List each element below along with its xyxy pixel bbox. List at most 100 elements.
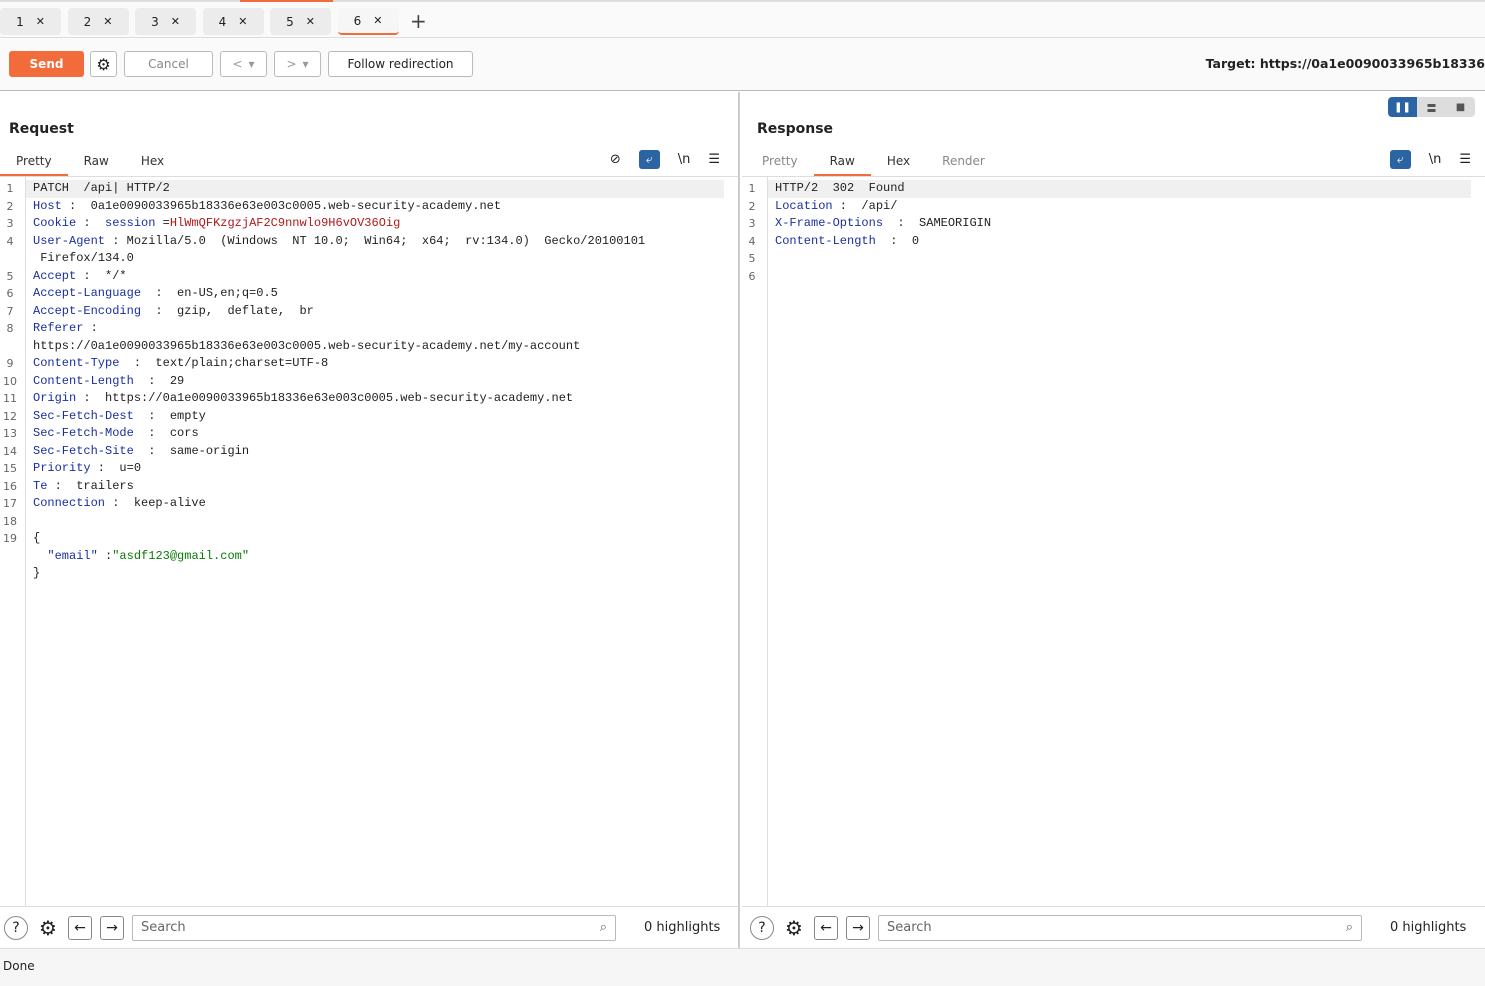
code-line: 10 Content-Length : 29 xyxy=(3,373,724,391)
search-placeholder: Search xyxy=(141,920,186,935)
code-line: 6 xyxy=(749,268,1471,286)
repeater-tab-bar: 1 ✕ 2 ✕ 3 ✕ 4 ✕ 5 ✕ 6 ✕ + xyxy=(0,0,1485,38)
menu-icon[interactable]: ☰ xyxy=(1459,152,1471,167)
tab-pretty[interactable]: Pretty xyxy=(0,150,68,177)
highlights-count: 0 highlights xyxy=(1390,920,1467,935)
repeater-tab[interactable]: 2 ✕ xyxy=(67,8,129,35)
code-line: 3 Cookie : session =HlWmQFKzgzjAF2C9nnwlo… xyxy=(7,215,724,233)
repeater-tab[interactable]: 6 ✕ xyxy=(337,8,399,35)
code-line: 17 Connection : keep-alive xyxy=(3,495,724,513)
code-line: 12 Sec-Fetch-Dest : empty xyxy=(3,408,724,426)
code-token: Content-Length xyxy=(33,373,134,388)
request-title: Request xyxy=(9,121,74,137)
close-icon[interactable]: ✕ xyxy=(238,15,247,28)
tab-label: 4 xyxy=(218,14,227,29)
request-editor[interactable]: 1 PATCH /api| HTTP/2 2 Host : 0a1e009003396… xyxy=(0,176,738,906)
tab-raw[interactable]: Raw xyxy=(68,150,125,177)
code-token: Content-Length xyxy=(775,233,876,248)
code-token: : xyxy=(97,548,113,563)
line-number: 1 xyxy=(748,182,756,195)
settings-gear-icon[interactable]: ⚙ xyxy=(90,51,117,77)
help-icon[interactable]: ? xyxy=(4,915,28,940)
code-token: } xyxy=(33,566,41,580)
next-request-button[interactable]: > ▾ xyxy=(274,51,321,77)
word-wrap-icon[interactable]: ⤶ xyxy=(638,150,660,169)
response-panel: ❚❚ 〓 ■ Response Pretty Raw Hex Render ⤶ \n … xyxy=(742,92,1485,948)
tab-render[interactable]: Render xyxy=(926,150,1001,177)
repeater-tab[interactable]: 1 ✕ xyxy=(0,8,61,35)
code-line: 4 User-Agent : Mozilla/5.0 (Windows NT 10… xyxy=(7,233,724,268)
back-arrow-icon[interactable]: ← xyxy=(814,915,838,940)
code-token: Accept-Language xyxy=(33,286,142,300)
line-number: 1 xyxy=(6,182,14,195)
settings-gear-icon[interactable]: ⚙ xyxy=(782,916,806,940)
search-input[interactable]: Search ⌕ xyxy=(132,914,616,941)
forward-arrow-icon[interactable]: → xyxy=(846,915,870,940)
line-number: 5 xyxy=(748,252,756,265)
menu-icon[interactable]: ☰ xyxy=(708,152,720,167)
line-number: 10 xyxy=(3,374,17,388)
code-token: : same-origin xyxy=(133,443,250,458)
dropdown-icon: ▾ xyxy=(302,57,309,71)
response-editor[interactable]: 1 HTTP/2 302 Found 2 Location : /api/3 X-Fra… xyxy=(742,176,1485,906)
tab-hex[interactable]: Hex xyxy=(125,150,180,177)
settings-gear-icon[interactable]: ⚙ xyxy=(36,916,60,940)
hide-eye-icon[interactable]: ⊘ xyxy=(610,152,621,167)
close-icon[interactable]: ✕ xyxy=(306,15,315,28)
code-token: | HTTP/2 xyxy=(112,181,170,195)
response-search-bar: ? ⚙ ← → Search ⌕ 0 highlights xyxy=(742,906,1485,948)
code-token: : trailers xyxy=(47,478,134,493)
newline-toggle[interactable]: \n xyxy=(1429,152,1442,167)
split-vertical-icon[interactable]: ❚❚ xyxy=(1388,97,1417,117)
chevron-right-icon: > xyxy=(286,57,297,71)
code-token: : /api/ xyxy=(832,198,898,213)
close-icon[interactable]: ✕ xyxy=(171,15,180,28)
close-icon[interactable]: ✕ xyxy=(373,14,382,27)
repeater-tab[interactable]: 4 ✕ xyxy=(202,8,264,35)
code-token: session xyxy=(105,216,156,230)
forward-arrow-icon[interactable]: → xyxy=(100,915,124,940)
back-arrow-icon[interactable]: ← xyxy=(68,915,92,940)
code-token: HTTP/2 302 Found xyxy=(775,181,905,195)
code-line: 15 Priority : u=0 xyxy=(3,460,724,478)
follow-redirection-button[interactable]: Follow redirection xyxy=(328,51,473,77)
code-line: 11 Origin : https://0a1e0090033965b18336e… xyxy=(3,390,724,408)
code-token: : cors xyxy=(133,426,199,440)
code-line: 4 Content-Length : 0 xyxy=(749,233,1471,251)
newline-toggle[interactable]: \n xyxy=(678,152,691,167)
help-icon[interactable]: ? xyxy=(750,915,774,940)
single-pane-icon[interactable]: ■ xyxy=(1446,97,1475,117)
code-token: : keep-alive xyxy=(105,496,206,510)
line-number: 18 xyxy=(3,514,17,528)
code-line: 6 Accept-Language : en-US,en;q=0.5 xyxy=(7,285,724,303)
line-number: 16 xyxy=(3,479,17,493)
code-line: 2 Host : 0a1e0090033965b18336e63e003c0005… xyxy=(7,198,724,216)
line-number: 17 xyxy=(3,497,17,510)
code-line: 5 xyxy=(749,250,1471,268)
code-token: : 0a1e0090033965b18336e63e003c0005.web-s… xyxy=(61,198,502,213)
word-wrap-icon[interactable]: ⤶ xyxy=(1389,150,1411,169)
repeater-tab[interactable]: 5 ✕ xyxy=(270,8,331,35)
code-token: = xyxy=(155,216,170,230)
repeater-tab[interactable]: 3 ✕ xyxy=(135,8,196,35)
code-token: : 29 xyxy=(133,373,185,388)
line-number: 4 xyxy=(6,234,14,248)
code-line: 1 HTTP/2 302 Found xyxy=(749,180,1471,198)
search-input[interactable]: Search ⌕ xyxy=(878,914,1362,941)
close-icon[interactable]: ✕ xyxy=(36,15,45,28)
tab-raw[interactable]: Raw xyxy=(813,150,871,177)
target-url[interactable]: Target: https://0a1e0090033965b18336 xyxy=(1206,56,1485,71)
add-tab-button[interactable]: + xyxy=(410,9,427,33)
code-token: : https://0a1e0090033965b18336e63e003c00… xyxy=(76,391,574,405)
close-icon[interactable]: ✕ xyxy=(103,15,112,28)
tab-label: 2 xyxy=(83,14,92,29)
cancel-button[interactable]: Cancel xyxy=(124,51,213,77)
code-token: Host xyxy=(33,198,62,213)
line-number: 9 xyxy=(6,357,14,370)
tab-pretty[interactable]: Pretty xyxy=(746,150,814,177)
split-horizontal-icon[interactable]: 〓 xyxy=(1417,97,1446,117)
previous-request-button[interactable]: < ▾ xyxy=(220,51,267,77)
send-button[interactable]: Send xyxy=(9,51,84,77)
tab-hex[interactable]: Hex xyxy=(871,150,926,177)
search-placeholder: Search xyxy=(887,920,932,935)
